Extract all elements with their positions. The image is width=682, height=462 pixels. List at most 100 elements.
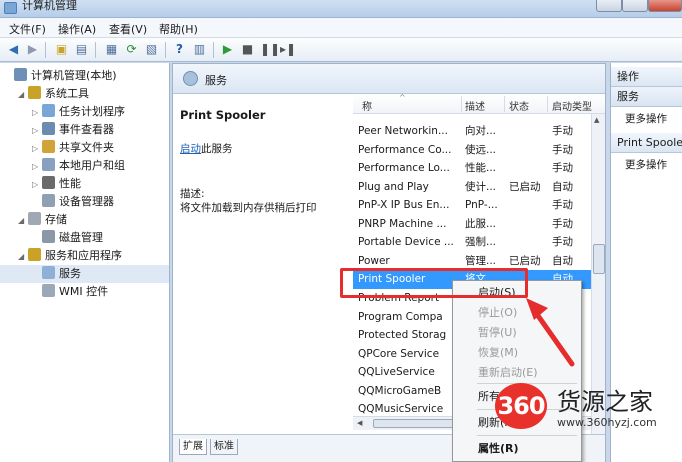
start-service-icon[interactable]: ▶ (220, 42, 235, 57)
tree-node[interactable]: ▷ 任务计划程序 (0, 103, 169, 121)
column-status[interactable]: 状态 (509, 98, 529, 113)
tree-expander-icon[interactable]: ▷ (32, 140, 42, 158)
tree-node[interactable]: WMI 控件 (0, 283, 169, 301)
tree-expander-icon[interactable]: ◢ (18, 212, 28, 230)
action-pane-icon[interactable]: ▥ (192, 42, 207, 57)
services-header-title: 服务 (205, 74, 227, 87)
column-description[interactable]: 描述 (465, 98, 485, 113)
cell-startup: 手动 (552, 199, 573, 212)
tree-node[interactable]: ◢ 系统工具 (0, 85, 169, 103)
tree-node[interactable]: ▷ 性能 (0, 175, 169, 193)
title-bar: 计算机管理 (0, 0, 682, 18)
menu-view[interactable]: 查看(V) (109, 21, 147, 37)
tree-expander-icon[interactable]: ◢ (18, 86, 28, 104)
tree-node[interactable]: ◢ 服务和应用程序 (0, 247, 169, 265)
table-row[interactable]: Performance Lo... 性能... 手动 (353, 159, 593, 178)
computer-management-icon (4, 2, 17, 14)
more-actions-print-spooler[interactable]: 更多操作 (625, 157, 667, 172)
forward-arrow-icon[interactable]: ▶ (25, 42, 40, 57)
cell-name: Protected Storag (358, 329, 447, 342)
tree-node[interactable]: 计算机管理(本地) (0, 67, 169, 85)
actions-header: 操作 (611, 67, 682, 87)
services-header: 服务 (173, 64, 605, 94)
watermark-title: 货源之家 (557, 388, 653, 416)
column-name[interactable]: 称 (362, 98, 372, 113)
cell-startup: 自动 (552, 254, 573, 267)
tree-expander-icon[interactable]: ▷ (32, 104, 42, 122)
tree-node[interactable]: 服务 (0, 265, 169, 283)
tree-node[interactable]: 磁盘管理 (0, 229, 169, 247)
tab-standard[interactable]: 标准 (210, 439, 238, 455)
up-folder-icon[interactable]: ▣ (54, 42, 69, 57)
tree-expander-icon[interactable]: ◢ (18, 248, 28, 266)
pause-service-icon[interactable]: ❚❚ (260, 42, 280, 57)
computer-icon (14, 68, 27, 81)
tree-node[interactable]: ◢ 存储 (0, 211, 169, 229)
maximize-button[interactable] (622, 0, 648, 12)
table-row[interactable]: Peer Networkin... 向对... 手动 (353, 122, 593, 141)
table-row[interactable]: PNRP Machine ... 此服... 手动 (353, 215, 593, 234)
toolbar-separator (95, 42, 96, 58)
cell-startup: 手动 (552, 162, 573, 175)
refresh-icon[interactable]: ⟳ (124, 42, 139, 57)
cell-desc: 向对... (465, 125, 497, 137)
description-text: 将文件加载到内存供稍后打印 (180, 202, 317, 214)
properties-icon[interactable]: ▦ (104, 42, 119, 57)
restart-service-icon[interactable]: ▸❚ (280, 42, 296, 57)
more-actions-services[interactable]: 更多操作 (625, 111, 667, 126)
users-icon (42, 158, 55, 171)
event-viewer-icon (42, 122, 55, 135)
context-menu-item[interactable]: 属性(R) (453, 439, 581, 459)
services-gear-icon (183, 71, 198, 86)
stop-service-icon[interactable]: ■ (240, 42, 255, 57)
tree-expander-icon[interactable]: ▷ (32, 122, 42, 140)
menu-file[interactable]: 文件(F) (9, 21, 46, 37)
scroll-left-icon[interactable]: ◀ (357, 419, 362, 427)
task-scheduler-icon (42, 104, 55, 117)
scroll-up-icon[interactable]: ▲ (594, 116, 599, 124)
actions-section-services[interactable]: 服务 (611, 87, 682, 107)
minimize-button[interactable] (596, 0, 622, 12)
cell-name: Portable Device ... (358, 236, 454, 249)
cell-name: QPCore Service (358, 347, 440, 360)
table-row[interactable]: Portable Device ... 强制... 手动 (353, 233, 593, 252)
menu-action[interactable]: 操作(A) (58, 21, 96, 37)
tree-node[interactable]: ▷ 事件查看器 (0, 121, 169, 139)
annotation-arrow (526, 298, 575, 367)
menu-help[interactable]: 帮助(H) (159, 21, 198, 37)
toolbar-separator (45, 42, 46, 58)
back-arrow-icon[interactable]: ◀ (6, 42, 21, 57)
cell-name: PnP-X IP Bus En... (358, 199, 450, 212)
tree-node[interactable]: ▷ 共享文件夹 (0, 139, 169, 157)
help-icon[interactable]: ? (172, 42, 187, 57)
tree-node-label: 磁盘管理 (59, 231, 103, 244)
tree-expander-icon[interactable]: ▷ (32, 158, 42, 176)
tree-node[interactable]: 设备管理器 (0, 193, 169, 211)
wmi-icon (42, 284, 55, 297)
cell-name: QQMicroGameB (358, 384, 442, 397)
start-service-link[interactable]: 启动 (180, 143, 201, 155)
start-service-line: 启动此服务 (180, 141, 233, 156)
show-tree-icon[interactable]: ▤ (74, 42, 89, 57)
tree-node-label: 服务 (59, 267, 81, 280)
table-row[interactable]: Performance Co... 使远... 手动 (353, 141, 593, 160)
tree-node-label: WMI 控件 (59, 285, 109, 298)
table-row[interactable]: Plug and Play 使计... 已启动 自动 (353, 178, 593, 197)
cell-desc: PnP-... (465, 199, 498, 212)
export-list-icon[interactable]: ▧ (144, 42, 159, 57)
scrollbar-thumb[interactable] (593, 244, 605, 274)
tools-icon (28, 86, 41, 99)
table-row[interactable]: PnP-X IP Bus En... PnP-... 手动 (353, 196, 593, 215)
tree-node-label: 计算机管理(本地) (31, 69, 117, 82)
cell-name: Program Compa (358, 310, 443, 323)
tree-node[interactable]: ▷ 本地用户和组 (0, 157, 169, 175)
actions-section-print-spooler[interactable]: Print Spooler (611, 133, 682, 153)
column-startup-type[interactable]: 启动类型 (552, 98, 592, 113)
watermark-url: www.360hyzj.com (557, 416, 657, 429)
tree-expander-icon[interactable]: ▷ (32, 176, 42, 194)
column-separator (461, 96, 462, 112)
close-button[interactable] (648, 0, 682, 12)
toolbar: ◀ ▶ ▣ ▤ ▦ ⟳ ▧ ? ▥ ▶ ■ ❚❚ ▸❚ (0, 38, 682, 62)
tab-extended[interactable]: 扩展 (179, 439, 207, 455)
shared-folder-icon (42, 140, 55, 153)
